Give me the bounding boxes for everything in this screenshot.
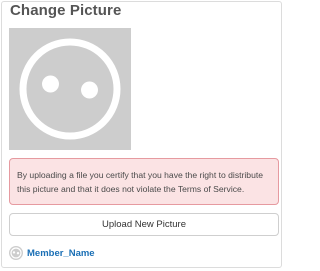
upload-new-picture-button[interactable]: Upload New Picture bbox=[9, 213, 279, 236]
change-picture-panel: Change Picture By uploading a file you c… bbox=[1, 1, 282, 268]
terms-notice: By uploading a file you certify that you… bbox=[9, 158, 279, 205]
default-avatar-icon bbox=[19, 38, 121, 140]
profile-picture bbox=[9, 28, 131, 150]
member-name-link[interactable]: Member_Name bbox=[27, 248, 95, 259]
member-avatar-icon[interactable] bbox=[9, 246, 23, 260]
member-info: Member_Name bbox=[9, 245, 95, 261]
panel-title: Change Picture bbox=[10, 2, 122, 19]
